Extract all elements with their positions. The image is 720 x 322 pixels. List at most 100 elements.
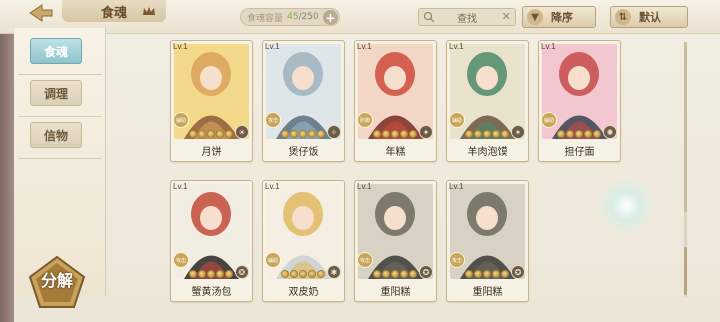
sort-mode-label: 默认 xyxy=(639,11,661,24)
nav-divider xyxy=(18,74,102,75)
food-soul-card[interactable]: Lv.1 辅助 ✱ 双皮奶 xyxy=(262,180,345,302)
capacity-label: 食魂容量 xyxy=(247,13,284,24)
role-badge: 攻击 xyxy=(357,252,373,268)
star-icon xyxy=(373,130,381,138)
star-rating xyxy=(281,270,325,279)
top-bar: 食魂 食魂容量 45 / 250 + 查找 ✕ ▼ 降序 ⇅ 默认 xyxy=(0,0,720,34)
search-icon xyxy=(423,11,435,23)
star-rating xyxy=(465,270,509,279)
element-icon: ✶ xyxy=(511,125,525,139)
clear-search-icon[interactable]: ✕ xyxy=(502,10,511,23)
character-name: 羊肉泡馍 xyxy=(467,147,508,158)
role-badge: 防御 xyxy=(357,112,373,128)
character-name: 担仔面 xyxy=(564,147,595,158)
level-label: Lv.1 xyxy=(265,42,280,51)
level-label: Lv.1 xyxy=(265,182,280,191)
star-icon xyxy=(308,130,316,138)
star-icon xyxy=(207,130,215,138)
star-icon xyxy=(391,270,399,278)
character-name: 年糕 xyxy=(385,147,406,158)
level-label: Lv.1 xyxy=(173,42,188,51)
character-name: 煲仔饭 xyxy=(288,147,319,158)
sort-mode-button[interactable]: ⇅ 默认 xyxy=(610,6,688,28)
food-soul-card[interactable]: Lv.1 防御 ✦ 年糕 xyxy=(354,40,437,162)
level-label: Lv.1 xyxy=(173,182,188,191)
star-icon xyxy=(474,270,482,278)
star-icon xyxy=(290,130,298,138)
star-icon xyxy=(566,130,574,138)
capacity-current: 45 xyxy=(287,12,299,22)
star-icon xyxy=(492,130,500,138)
glow-orb-icon[interactable] xyxy=(598,178,654,234)
star-icon xyxy=(465,270,473,278)
left-edge-strip xyxy=(0,0,14,322)
tab-seasoning[interactable]: 调理 xyxy=(30,80,82,106)
decompose-label: 分解 xyxy=(40,271,73,290)
nav-divider xyxy=(18,158,102,159)
star-icon xyxy=(189,130,197,138)
star-icon xyxy=(308,270,316,278)
element-icon: ☀ xyxy=(235,125,249,139)
level-label: Lv.1 xyxy=(449,182,464,191)
back-button[interactable] xyxy=(18,2,64,24)
star-icon xyxy=(198,130,206,138)
food-soul-card[interactable]: Lv.1 辅助 ✺ 担仔面 xyxy=(538,40,621,162)
game-screen: 食魂 食魂容量 45 / 250 + 查找 ✕ ▼ 降序 ⇅ 默认 食魂 调理 … xyxy=(0,0,720,322)
food-soul-card[interactable]: Lv.1 攻击 ❂ 蟹黄汤包 xyxy=(170,180,253,302)
star-rating xyxy=(557,130,601,139)
star-icon xyxy=(299,270,307,278)
food-soul-card[interactable]: Lv.1 攻击 ✪ 重阳糕 xyxy=(354,180,437,302)
food-soul-card[interactable]: Lv.1 辅助 ☀ 月饼 xyxy=(170,40,253,162)
role-badge: 攻击 xyxy=(449,252,465,268)
role-badge: 辅助 xyxy=(173,112,189,128)
star-icon xyxy=(207,270,215,278)
star-icon xyxy=(474,130,482,138)
character-name: 月饼 xyxy=(201,147,222,158)
character-name: 重阳糕 xyxy=(380,287,411,298)
capacity-max: 250 xyxy=(301,12,319,22)
scrollbar-thumb[interactable] xyxy=(684,247,687,295)
food-soul-card[interactable]: Lv.1 攻击 ✪ 重阳糕 xyxy=(446,180,529,302)
star-icon xyxy=(409,270,417,278)
star-icon xyxy=(189,270,197,278)
nav-divider xyxy=(18,116,102,117)
element-icon: ✱ xyxy=(327,265,341,279)
element-icon: ✪ xyxy=(419,265,433,279)
star-icon xyxy=(557,130,565,138)
search-field[interactable]: 查找 ✕ xyxy=(418,8,516,26)
scrollbar-track-upper xyxy=(684,42,687,212)
star-icon xyxy=(198,270,206,278)
star-rating xyxy=(465,130,509,139)
role-badge: 攻击 xyxy=(265,112,281,128)
tab-tokens[interactable]: 信物 xyxy=(30,122,82,148)
add-capacity-button[interactable]: + xyxy=(323,10,338,25)
star-rating xyxy=(373,130,417,139)
star-icon xyxy=(290,270,298,278)
star-rating xyxy=(189,130,233,139)
star-icon xyxy=(281,270,289,278)
food-soul-card[interactable]: Lv.1 辅助 ✶ 羊肉泡馍 xyxy=(446,40,529,162)
search-placeholder: 查找 xyxy=(457,13,477,25)
decompose-button[interactable]: 分解 xyxy=(24,255,90,311)
crown-icon xyxy=(143,7,155,15)
star-icon xyxy=(584,130,592,138)
sort-order-button[interactable]: ▼ 降序 xyxy=(522,6,596,28)
character-name: 重阳糕 xyxy=(472,287,503,298)
food-soul-card[interactable]: Lv.1 攻击 ✧ 煲仔饭 xyxy=(262,40,345,162)
sort-down-icon: ▼ xyxy=(527,9,543,25)
star-icon xyxy=(409,130,417,138)
star-icon xyxy=(382,130,390,138)
character-name: 双皮奶 xyxy=(288,287,319,298)
element-icon: ✦ xyxy=(419,125,433,139)
star-icon xyxy=(299,130,307,138)
tab-food-souls[interactable]: 食魂 xyxy=(30,38,82,64)
role-badge: 攻击 xyxy=(173,252,189,268)
scrollbar[interactable] xyxy=(684,42,687,297)
star-icon xyxy=(593,130,601,138)
star-icon xyxy=(575,130,583,138)
character-name: 蟹黄汤包 xyxy=(191,287,232,298)
element-icon: ❂ xyxy=(235,265,249,279)
star-icon xyxy=(216,270,224,278)
star-icon xyxy=(501,130,509,138)
element-icon: ✪ xyxy=(511,265,525,279)
